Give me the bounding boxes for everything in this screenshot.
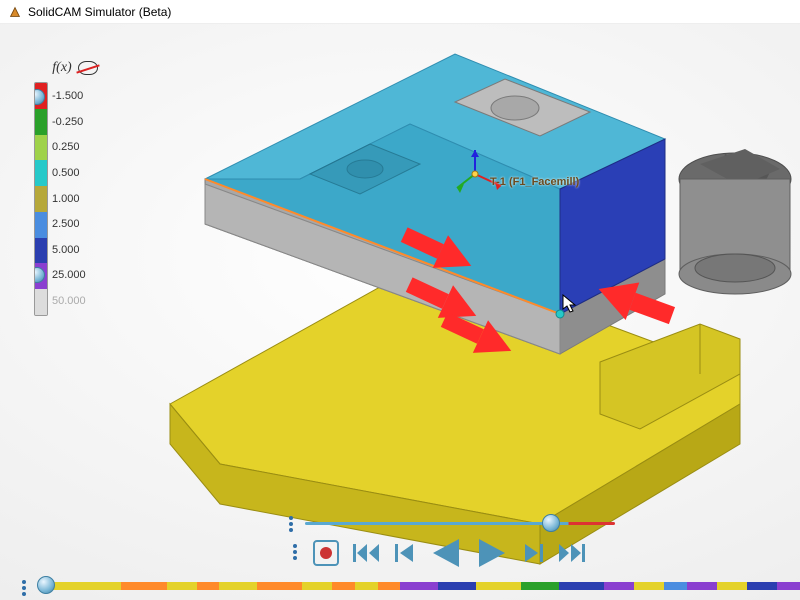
timeline-segment[interactable]: [476, 582, 521, 590]
timeline-segment[interactable]: [687, 582, 717, 590]
timeline-segment[interactable]: [121, 582, 166, 590]
timeline-segment[interactable]: [197, 582, 220, 590]
scale-value: 2.500: [52, 212, 86, 238]
scale-value: 50.000: [52, 289, 86, 315]
more-dots-icon[interactable]: [289, 516, 295, 532]
record-button[interactable]: [313, 540, 339, 566]
timeline-segment[interactable]: [438, 582, 476, 590]
more-dots-icon[interactable]: [22, 578, 26, 598]
timeline-segment[interactable]: [521, 582, 559, 590]
viewport-3d[interactable]: T-1 (F1_Facemill) f(x) -1.500-0.2500.250…: [0, 24, 800, 600]
window-title: SolidCAM Simulator (Beta): [28, 5, 171, 19]
scale-value: -1.500: [52, 84, 86, 110]
color-scale-bar[interactable]: [34, 82, 48, 316]
skip-start-button[interactable]: [351, 540, 381, 566]
play-forward-button[interactable]: [475, 536, 509, 570]
scale-segment: [35, 289, 47, 315]
scale-segment: [35, 109, 47, 135]
scale-value: 0.250: [52, 135, 86, 161]
fx-label: f(x): [52, 60, 71, 76]
scale-value: 25.000: [52, 263, 86, 289]
scale-segment: [35, 238, 47, 264]
scale-segment: [35, 212, 47, 238]
app-icon: [8, 5, 22, 19]
timeline-segment[interactable]: [355, 582, 378, 590]
titlebar: SolidCAM Simulator (Beta): [0, 0, 800, 24]
timeline-segment[interactable]: [634, 582, 664, 590]
timeline-thumb[interactable]: [37, 576, 55, 594]
cutting-tool: [679, 149, 791, 294]
timeline-segment[interactable]: [664, 582, 687, 590]
timeline-segment[interactable]: [777, 582, 800, 590]
timeline-segment[interactable]: [559, 582, 604, 590]
visibility-off-icon[interactable]: [78, 61, 98, 75]
scale-value: 1.000: [52, 186, 86, 212]
scene-3d[interactable]: [0, 24, 800, 600]
operation-timeline[interactable]: [22, 578, 800, 594]
color-scale-labels: -1.500-0.2500.2500.5001.0002.5005.00025.…: [52, 82, 86, 316]
more-dots-icon[interactable]: [293, 544, 299, 560]
timeline-segment[interactable]: [167, 582, 197, 590]
timeline-segment[interactable]: [378, 582, 401, 590]
timeline-segment[interactable]: [400, 582, 438, 590]
scale-segment: [35, 160, 47, 186]
scale-value: 0.500: [52, 161, 86, 187]
timeline-segment[interactable]: [46, 582, 121, 590]
color-scale-panel[interactable]: f(x) -1.500-0.2500.2500.5001.0002.5005.0…: [30, 54, 120, 322]
timeline-segment[interactable]: [332, 582, 355, 590]
scale-segment: [35, 135, 47, 161]
skip-end-button[interactable]: [557, 540, 587, 566]
timeline-segment[interactable]: [717, 582, 747, 590]
timeline-segment[interactable]: [747, 582, 777, 590]
play-reverse-button[interactable]: [429, 536, 463, 570]
step-back-button[interactable]: [393, 540, 417, 566]
scale-value: 5.000: [52, 237, 86, 263]
playback-panel: [280, 518, 620, 570]
timeline-segment[interactable]: [604, 582, 634, 590]
scale-value: -0.250: [52, 110, 86, 136]
speed-slider-thumb[interactable]: [542, 514, 560, 532]
scale-segment: [35, 186, 47, 212]
timeline-segment[interactable]: [219, 582, 257, 590]
timeline-segment[interactable]: [302, 582, 332, 590]
operation-label: T-1 (F1_Facemill): [490, 176, 579, 188]
speed-slider[interactable]: [305, 518, 615, 528]
step-forward-button[interactable]: [521, 540, 545, 566]
timeline-segment[interactable]: [257, 582, 302, 590]
